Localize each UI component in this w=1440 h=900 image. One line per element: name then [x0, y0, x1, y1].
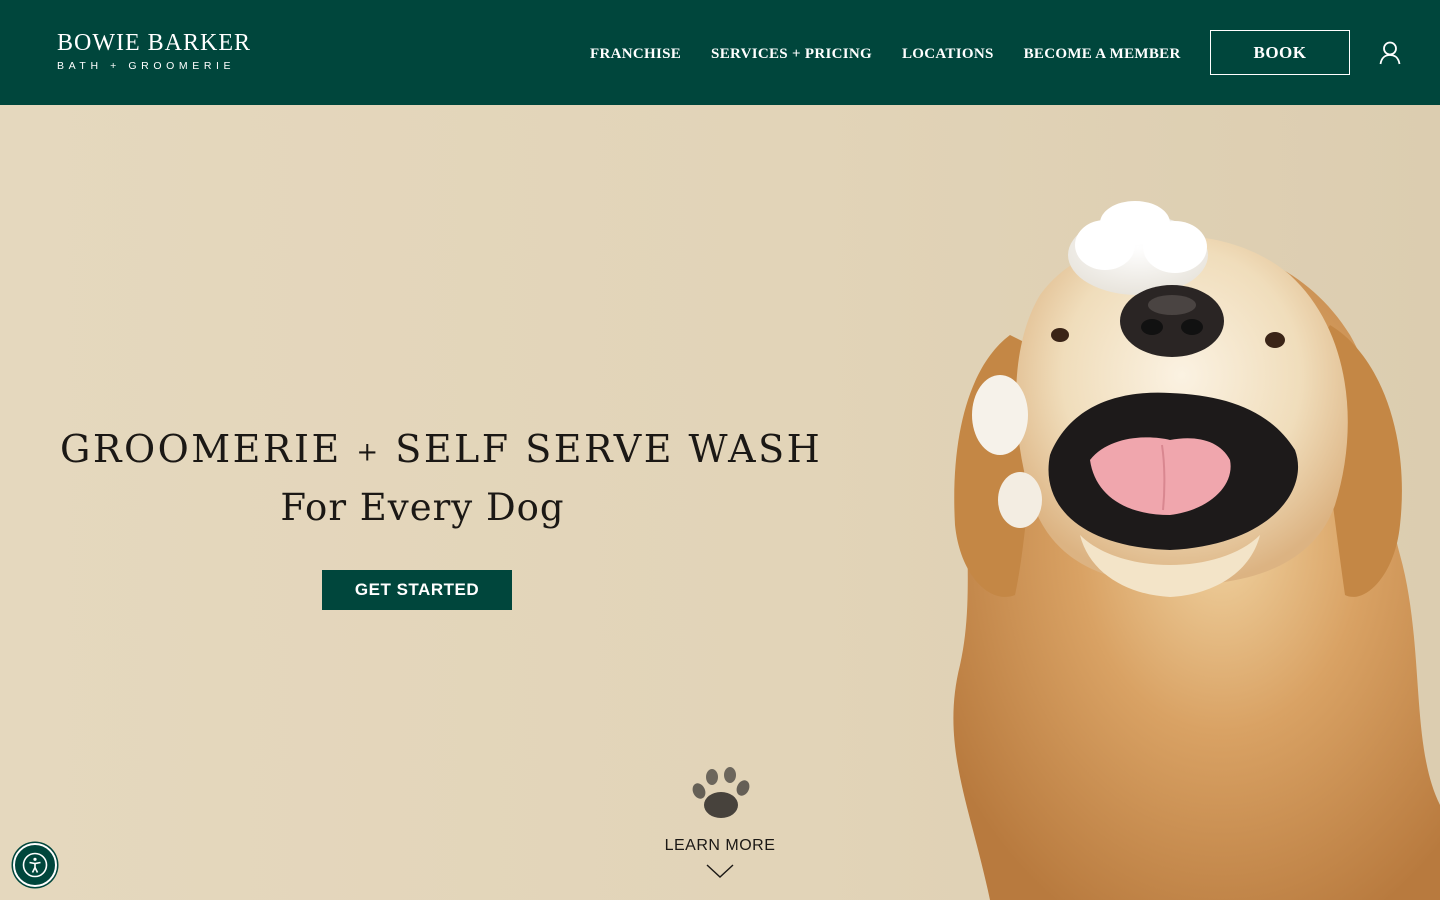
site-header: BOWIE BARKER BATH + GROOMERIE FRANCHISE … — [0, 0, 1440, 105]
brand-tagline: BATH + GROOMERIE — [57, 60, 236, 72]
book-button[interactable]: BOOK — [1210, 30, 1350, 75]
dog-photo — [953, 201, 1440, 900]
learn-more-link[interactable]: LEARN MORE — [660, 765, 780, 879]
chevron-down-icon — [706, 864, 734, 878]
main-nav: FRANCHISE SERVICES + PRICING LOCATIONS B… — [590, 44, 1181, 64]
nav-item-services-pricing[interactable]: SERVICES + PRICING — [711, 44, 872, 64]
nav-item-locations[interactable]: LOCATIONS — [902, 44, 994, 64]
nav-item-franchise[interactable]: FRANCHISE — [590, 44, 681, 64]
get-started-button[interactable]: GET STARTED — [322, 570, 512, 610]
accessibility-button[interactable] — [13, 843, 57, 887]
hero-headline: GROOMERIE + SELF SERVE WASH For Every Do… — [60, 425, 820, 534]
learn-more-label: LEARN MORE — [664, 837, 776, 854]
headline-groomerie: GROOMERIE — [60, 427, 342, 471]
nav-item-become-member[interactable]: BECOME A MEMBER — [1024, 44, 1181, 64]
headline-line-1: GROOMERIE + SELF SERVE WASH — [60, 425, 820, 477]
brand-logo[interactable]: BOWIE BARKER BATH + GROOMERIE — [57, 31, 251, 72]
hero-section: GROOMERIE + SELF SERVE WASH For Every Do… — [0, 105, 1440, 900]
headline-plus: + — [356, 437, 381, 468]
headline-line-2: For Every Dog — [280, 485, 565, 529]
brand-name: BOWIE BARKER — [57, 30, 251, 56]
paw-print-icon — [692, 767, 750, 818]
headline-self-serve: SELF SERVE WASH — [395, 427, 823, 471]
user-icon[interactable] — [1379, 41, 1401, 65]
accessibility-icon — [22, 852, 48, 878]
